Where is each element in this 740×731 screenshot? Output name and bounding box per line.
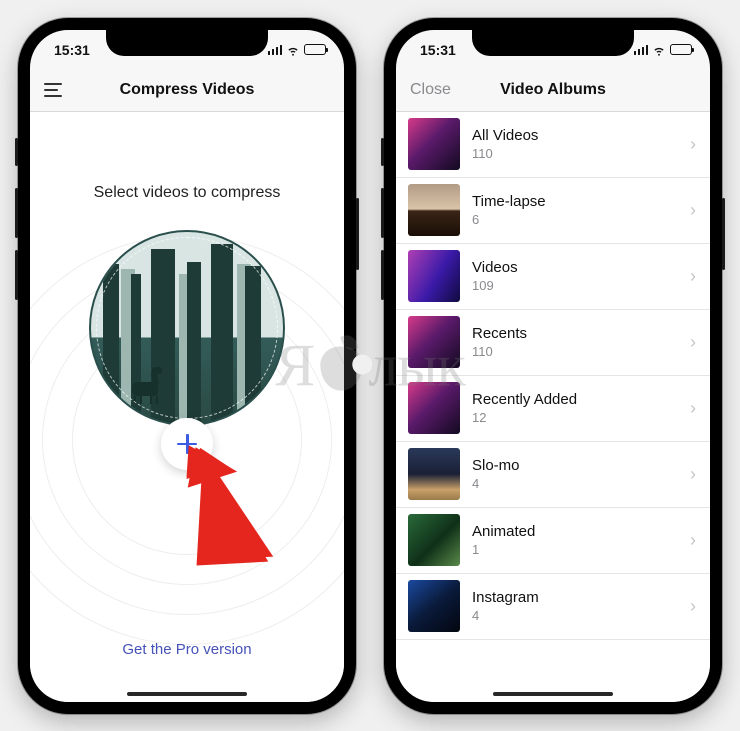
chevron-right-icon: › [690,134,696,155]
album-count: 4 [472,476,690,491]
wifi-icon [286,43,300,57]
album-thumbnail [408,580,460,632]
side-button [722,198,725,270]
volume-up-button [15,188,18,238]
album-row-videos[interactable]: Videos 109 › [396,244,710,310]
album-name: Recently Added [472,391,690,408]
plus-icon [177,434,197,454]
album-name: Instagram [472,589,690,606]
album-row-recently-added[interactable]: Recently Added 12 › [396,376,710,442]
album-thumbnail [408,382,460,434]
album-thumbnail [408,118,460,170]
phone-frame-left: 15:31 Compress Videos Select videos to c… [18,18,356,714]
album-name: Time-lapse [472,193,690,210]
cellular-icon [268,45,283,55]
get-pro-link[interactable]: Get the Pro version [30,641,344,658]
deer-icon [126,366,166,396]
volume-down-button [381,250,384,300]
notch [106,30,268,56]
album-thumbnail [408,184,460,236]
chevron-right-icon: › [690,530,696,551]
chevron-right-icon: › [690,596,696,617]
illustration-circle[interactable] [89,230,285,426]
album-row-all-videos[interactable]: All Videos 110 › [396,112,710,178]
screen-right: 15:31 Close Video Albums All Videos 110 … [396,30,710,702]
album-row-slomo[interactable]: Slo-mo 4 › [396,442,710,508]
screen-left: 15:31 Compress Videos Select videos to c… [30,30,344,702]
album-thumbnail [408,250,460,302]
home-indicator[interactable] [127,692,247,696]
nav-title: Video Albums [500,81,606,99]
battery-icon [304,44,326,55]
album-row-timelapse[interactable]: Time-lapse 6 › [396,178,710,244]
album-row-instagram[interactable]: Instagram 4 › [396,574,710,640]
close-button[interactable]: Close [410,81,451,99]
album-name: Recents [472,325,690,342]
menu-button[interactable] [44,83,66,97]
side-button [356,198,359,270]
nav-bar: Close Video Albums [396,70,710,112]
volume-up-button [381,188,384,238]
chevron-right-icon: › [690,266,696,287]
album-row-animated[interactable]: Animated 1 › [396,508,710,574]
album-count: 4 [472,608,690,623]
album-count: 109 [472,278,690,293]
notch [472,30,634,56]
chevron-right-icon: › [690,200,696,221]
chevron-right-icon: › [690,398,696,419]
album-count: 12 [472,410,690,425]
album-name: All Videos [472,127,690,144]
battery-icon [670,44,692,55]
hamburger-icon [44,83,66,97]
chevron-right-icon: › [690,332,696,353]
nav-bar: Compress Videos [30,70,344,112]
album-count: 6 [472,212,690,227]
status-time: 15:31 [420,42,480,58]
album-thumbnail [408,514,460,566]
add-video-button[interactable] [161,418,213,470]
album-count: 110 [472,344,690,359]
album-row-recents[interactable]: Recents 110 › [396,310,710,376]
status-time: 15:31 [54,42,114,58]
chevron-right-icon: › [690,464,696,485]
mute-switch [381,138,384,166]
album-count: 1 [472,542,690,557]
select-prompt: Select videos to compress [94,184,281,202]
compress-body: Select videos to compress Get the Pro ve… [30,112,344,702]
nav-title: Compress Videos [120,81,255,99]
cellular-icon [634,45,649,55]
album-count: 110 [472,146,690,161]
phone-frame-right: 15:31 Close Video Albums All Videos 110 … [384,18,722,714]
wifi-icon [652,43,666,57]
albums-list[interactable]: All Videos 110 › Time-lapse 6 › Videos 1… [396,112,710,702]
mute-switch [15,138,18,166]
album-thumbnail [408,316,460,368]
album-name: Slo-mo [472,457,690,474]
home-indicator[interactable] [493,692,613,696]
volume-down-button [15,250,18,300]
album-name: Videos [472,259,690,276]
album-thumbnail [408,448,460,500]
album-name: Animated [472,523,690,540]
